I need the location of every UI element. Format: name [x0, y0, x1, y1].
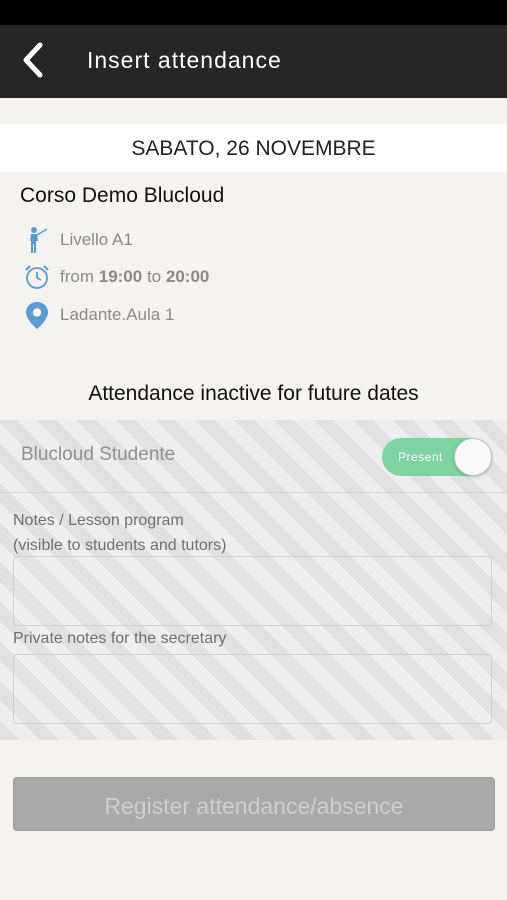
back-button[interactable] [16, 39, 60, 83]
present-toggle[interactable]: Present [382, 438, 492, 476]
teacher-icon [22, 225, 52, 255]
student-row: Blucloud Studente Present [0, 420, 507, 493]
register-attendance-button[interactable]: Register attendance/absence [13, 777, 495, 831]
time-to-word: to [146, 267, 162, 286]
notes-label-title: Notes / Lesson program [13, 512, 184, 529]
attendance-form: Blucloud Studente Present Notes / Lesson… [0, 420, 507, 740]
toggle-knob [454, 438, 492, 476]
course-time: from 19:00 to 20:00 [60, 267, 209, 287]
attendance-inactive-message: Attendance inactive for future dates [88, 382, 419, 405]
course-location-row: Ladante.Aula 1 [22, 300, 174, 330]
notes-field[interactable] [13, 556, 492, 626]
alarm-clock-icon [22, 262, 52, 292]
course-title: Corso Demo Blucloud [20, 184, 225, 207]
map-pin-icon [22, 300, 52, 330]
time-from-word: from [60, 267, 94, 286]
private-notes-field[interactable] [13, 654, 492, 724]
chevron-left-icon [23, 42, 43, 78]
private-notes-label: Private notes for the secretary [13, 630, 227, 647]
notes-label-hint: (visible to students and tutors) [13, 537, 227, 554]
student-name: Blucloud Studente [21, 444, 176, 465]
course-level: Livello A1 [60, 230, 133, 249]
course-time-row: from 19:00 to 20:00 [22, 262, 209, 292]
notes-label: Notes / Lesson program (visible to stude… [13, 508, 226, 558]
status-bar [0, 0, 507, 25]
page-title: Insert attendance [87, 47, 282, 73]
time-start: 19:00 [98, 267, 143, 286]
time-end: 20:00 [165, 267, 210, 286]
course-location: Ladante.Aula 1 [60, 305, 175, 324]
present-toggle-label: Present [398, 450, 443, 464]
date-header: SABATO, 26 NOVEMBRE [0, 124, 507, 172]
course-level-row: Livello A1 [22, 225, 133, 255]
navigation-bar: Insert attendance [0, 25, 507, 98]
